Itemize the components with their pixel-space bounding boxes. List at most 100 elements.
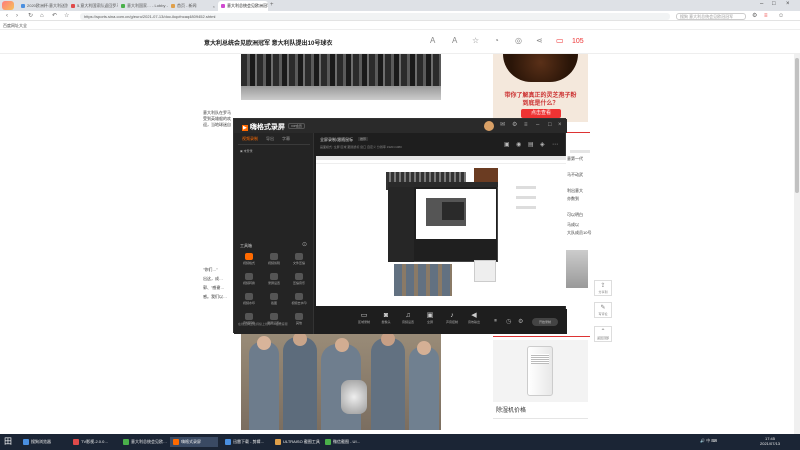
recorder-tool[interactable]: 视频格式 <box>238 253 260 265</box>
recorder-fullscreen-icon[interactable]: □ <box>548 122 552 128</box>
taskbar-item[interactable]: 嗨格式录屏 <box>170 437 218 447</box>
star-icon[interactable]: ☆ <box>64 13 69 19</box>
side-button[interactable]: ✎ 写评论 <box>594 302 612 318</box>
comment-icon[interactable]: ▭ <box>556 36 564 45</box>
recorder-tab-export[interactable]: 导出 <box>266 136 274 142</box>
share-icon[interactable]: ⋖ <box>536 36 543 45</box>
tab-close-icon[interactable]: × <box>213 4 215 9</box>
article-paragraph-2: "你们…" 出这，成… 郭、"感谢… 感。我们以… <box>203 267 227 299</box>
menu-icon[interactable]: ≡ <box>764 13 768 19</box>
back-icon[interactable]: ‹ <box>6 13 8 19</box>
recorder-tool-settings-icon[interactable]: ⊙ <box>302 241 307 248</box>
recorder-screen-icon[interactable]: ▤ <box>528 141 534 148</box>
browser-tab[interactable]: 首页 - 新闻 × <box>168 1 218 11</box>
recorder-more-icon[interactable]: ⋯ <box>552 141 558 148</box>
system-clock[interactable]: 17:45 2021/07/13 <box>760 436 780 446</box>
new-tab-button[interactable]: + <box>270 2 274 8</box>
recorder-bottom-button[interactable]: ▣ 全屏 <box>420 312 440 324</box>
refresh-icon[interactable]: ↻ <box>28 13 33 19</box>
window-close-button[interactable]: × <box>786 1 790 7</box>
recorder-tab-subtitle[interactable]: 字幕 <box>282 136 290 142</box>
taskbar-item[interactable]: 搜狗浏览器 <box>20 437 68 447</box>
system-tray[interactable]: 🔊 中 ⌨ <box>700 438 717 444</box>
recorder-bottom-button-label: 音频设置 <box>401 320 414 324</box>
ad-dehumidifier-image[interactable] <box>493 340 588 402</box>
font-size-up-icon[interactable]: A <box>452 36 457 45</box>
browser-tab[interactable]: 意大利总统会见欧洲冠军 意…× <box>218 1 268 11</box>
browser-tab[interactable]: 5.意大利国家队返回罗马× <box>68 1 118 11</box>
taskbar-item[interactable]: 意大利总统会见欧… <box>120 437 168 447</box>
recorder-preview[interactable] <box>316 156 566 306</box>
side-button[interactable]: ⌃ 返回顶部 <box>594 326 612 342</box>
taskbar-item[interactable]: 迅雷下载 - 剪辑… <box>222 437 270 447</box>
recorder-tool[interactable]: 其他 <box>288 313 310 325</box>
font-size-down-icon[interactable]: A <box>430 36 435 45</box>
user-icon[interactable]: ☺ <box>778 13 784 19</box>
ad-dehumidifier-caption[interactable]: 除湿机价格 <box>496 405 526 414</box>
forward-icon[interactable]: › <box>16 13 18 19</box>
recorder-tool[interactable]: 视频去水印 <box>288 293 310 305</box>
recorder-bottom-button[interactable]: ◙ 摄像头 <box>376 312 396 324</box>
side-button[interactable]: ⇪ 分享到 <box>594 280 612 296</box>
recorder-message-icon[interactable]: ✉ <box>500 122 505 128</box>
url-field[interactable]: https://sports.sina.com.cn/g/euro/2021-0… <box>80 13 670 20</box>
recorder-tool[interactable]: 截图 <box>263 293 285 305</box>
bookmark-item[interactable]: 百度网址大全 <box>3 23 27 28</box>
window-maximize-button[interactable]: □ <box>772 1 776 7</box>
taskbar-item[interactable]: 微信截图 - UI… <box>322 437 370 447</box>
extension-icon[interactable]: ⚙ <box>752 13 757 19</box>
taskbar-item[interactable]: ULTRAISO 截图工具 <box>272 437 320 447</box>
favorite-icon[interactable]: ☆ <box>472 36 479 45</box>
recorder-tool-icon <box>295 293 303 300</box>
recorder-bottom-button-icon: ♫ <box>405 312 411 319</box>
recorder-tool[interactable]: 录屏设置 <box>263 273 285 285</box>
recorder-tab-record[interactable]: 视频录制 <box>242 136 258 142</box>
browser-tab[interactable]: 意大利国家… - Lobby - 主页× <box>118 1 168 11</box>
share-wechat-icon[interactable]: ◎ <box>515 36 522 45</box>
recorder-minimize-icon[interactable]: – <box>536 122 539 128</box>
recorder-gear-icon[interactable]: ⚙ <box>518 318 523 325</box>
top-icon: ⌃ <box>600 329 606 335</box>
start-button[interactable]: 田 <box>4 438 12 446</box>
recorder-user-hint[interactable]: ▣ 未登录 <box>240 149 253 153</box>
recorder-bottom-button[interactable]: ♫ 音频设置 <box>398 312 418 324</box>
window-minimize-button[interactable]: – <box>760 1 763 7</box>
recorder-menu-icon[interactable]: ≡ <box>524 122 528 128</box>
recorder-close-icon[interactable]: × <box>558 122 562 128</box>
recorder-tool[interactable]: 视频水印 <box>238 293 260 305</box>
recorder-settings-icon[interactable]: ⚙ <box>512 122 517 128</box>
recorder-bottom-button-icon: ▣ <box>426 312 434 319</box>
page-scrollbar-thumb[interactable] <box>795 58 799 193</box>
recorder-bottom-bar: ▭ 区域录制 ◙ 摄像头 ♫ 音频设置 ▣ 全屏 ♪ 声音控制 ◀ 音效输出 ⏸ ◷ ⚙ 开始录制 <box>314 309 567 334</box>
browser-search-input[interactable]: 搜狗 意大利总统会见欧冠冠军 <box>676 13 746 20</box>
recorder-avatar[interactable] <box>484 121 494 131</box>
recorder-footer-note[interactable]: 在线工具正在持续上线中 — 在线客服 <box>238 322 288 326</box>
recorder-start-button[interactable]: 开始录制 <box>532 318 558 326</box>
recorder-bottom-button[interactable]: ▭ 区域录制 <box>354 312 374 324</box>
recorder-tool[interactable]: 视频剪辑 <box>263 253 285 265</box>
recorder-tool[interactable]: 文件压缩 <box>288 253 310 265</box>
recorder-tool-icon <box>245 273 253 280</box>
recorder-tool[interactable]: 压缩音乐 <box>288 273 310 285</box>
recorder-mic-icon[interactable]: ◉ <box>516 141 521 148</box>
taskbar-item[interactable]: TV影视-2.0.0… <box>70 437 118 447</box>
recorder-camera-icon[interactable]: ▣ <box>504 141 510 148</box>
recorder-bottom-button[interactable]: ♪ 声音控制 <box>442 312 462 324</box>
sidebar-image-2[interactable] <box>566 250 588 288</box>
browser-logo[interactable] <box>2 1 14 10</box>
recorder-tool[interactable]: 视频转换 <box>238 273 260 285</box>
recorder-bottom-button[interactable]: ◀ 音效输出 <box>464 312 484 324</box>
browser-tab[interactable]: 2020欧洲杯:意大利送别…× <box>18 1 68 11</box>
ad-coffee-button[interactable]: 点击查看 <box>521 109 561 118</box>
home-icon[interactable]: ⌂ <box>40 13 44 19</box>
ad-coffee-image[interactable]: 带你了解真正的灵芝孢子粉 到底是什么？ 点击查看 <box>493 54 588 122</box>
recorder-bottom-button-icon: ♪ <box>450 312 454 319</box>
comment-count[interactable]: 105 <box>572 38 584 45</box>
recorder-vip-badge[interactable]: VIP会员 <box>288 123 305 129</box>
undo-icon[interactable]: ↶ <box>52 13 57 19</box>
article-text-fragment: 可以明白 <box>567 212 583 217</box>
recorder-pause-icon[interactable]: ⏸ <box>494 318 497 325</box>
share-weibo-icon[interactable]: ◔ <box>494 36 499 45</box>
recorder-speaker-icon[interactable]: ◈ <box>540 141 545 148</box>
recorder-timer-icon[interactable]: ◷ <box>506 318 511 325</box>
